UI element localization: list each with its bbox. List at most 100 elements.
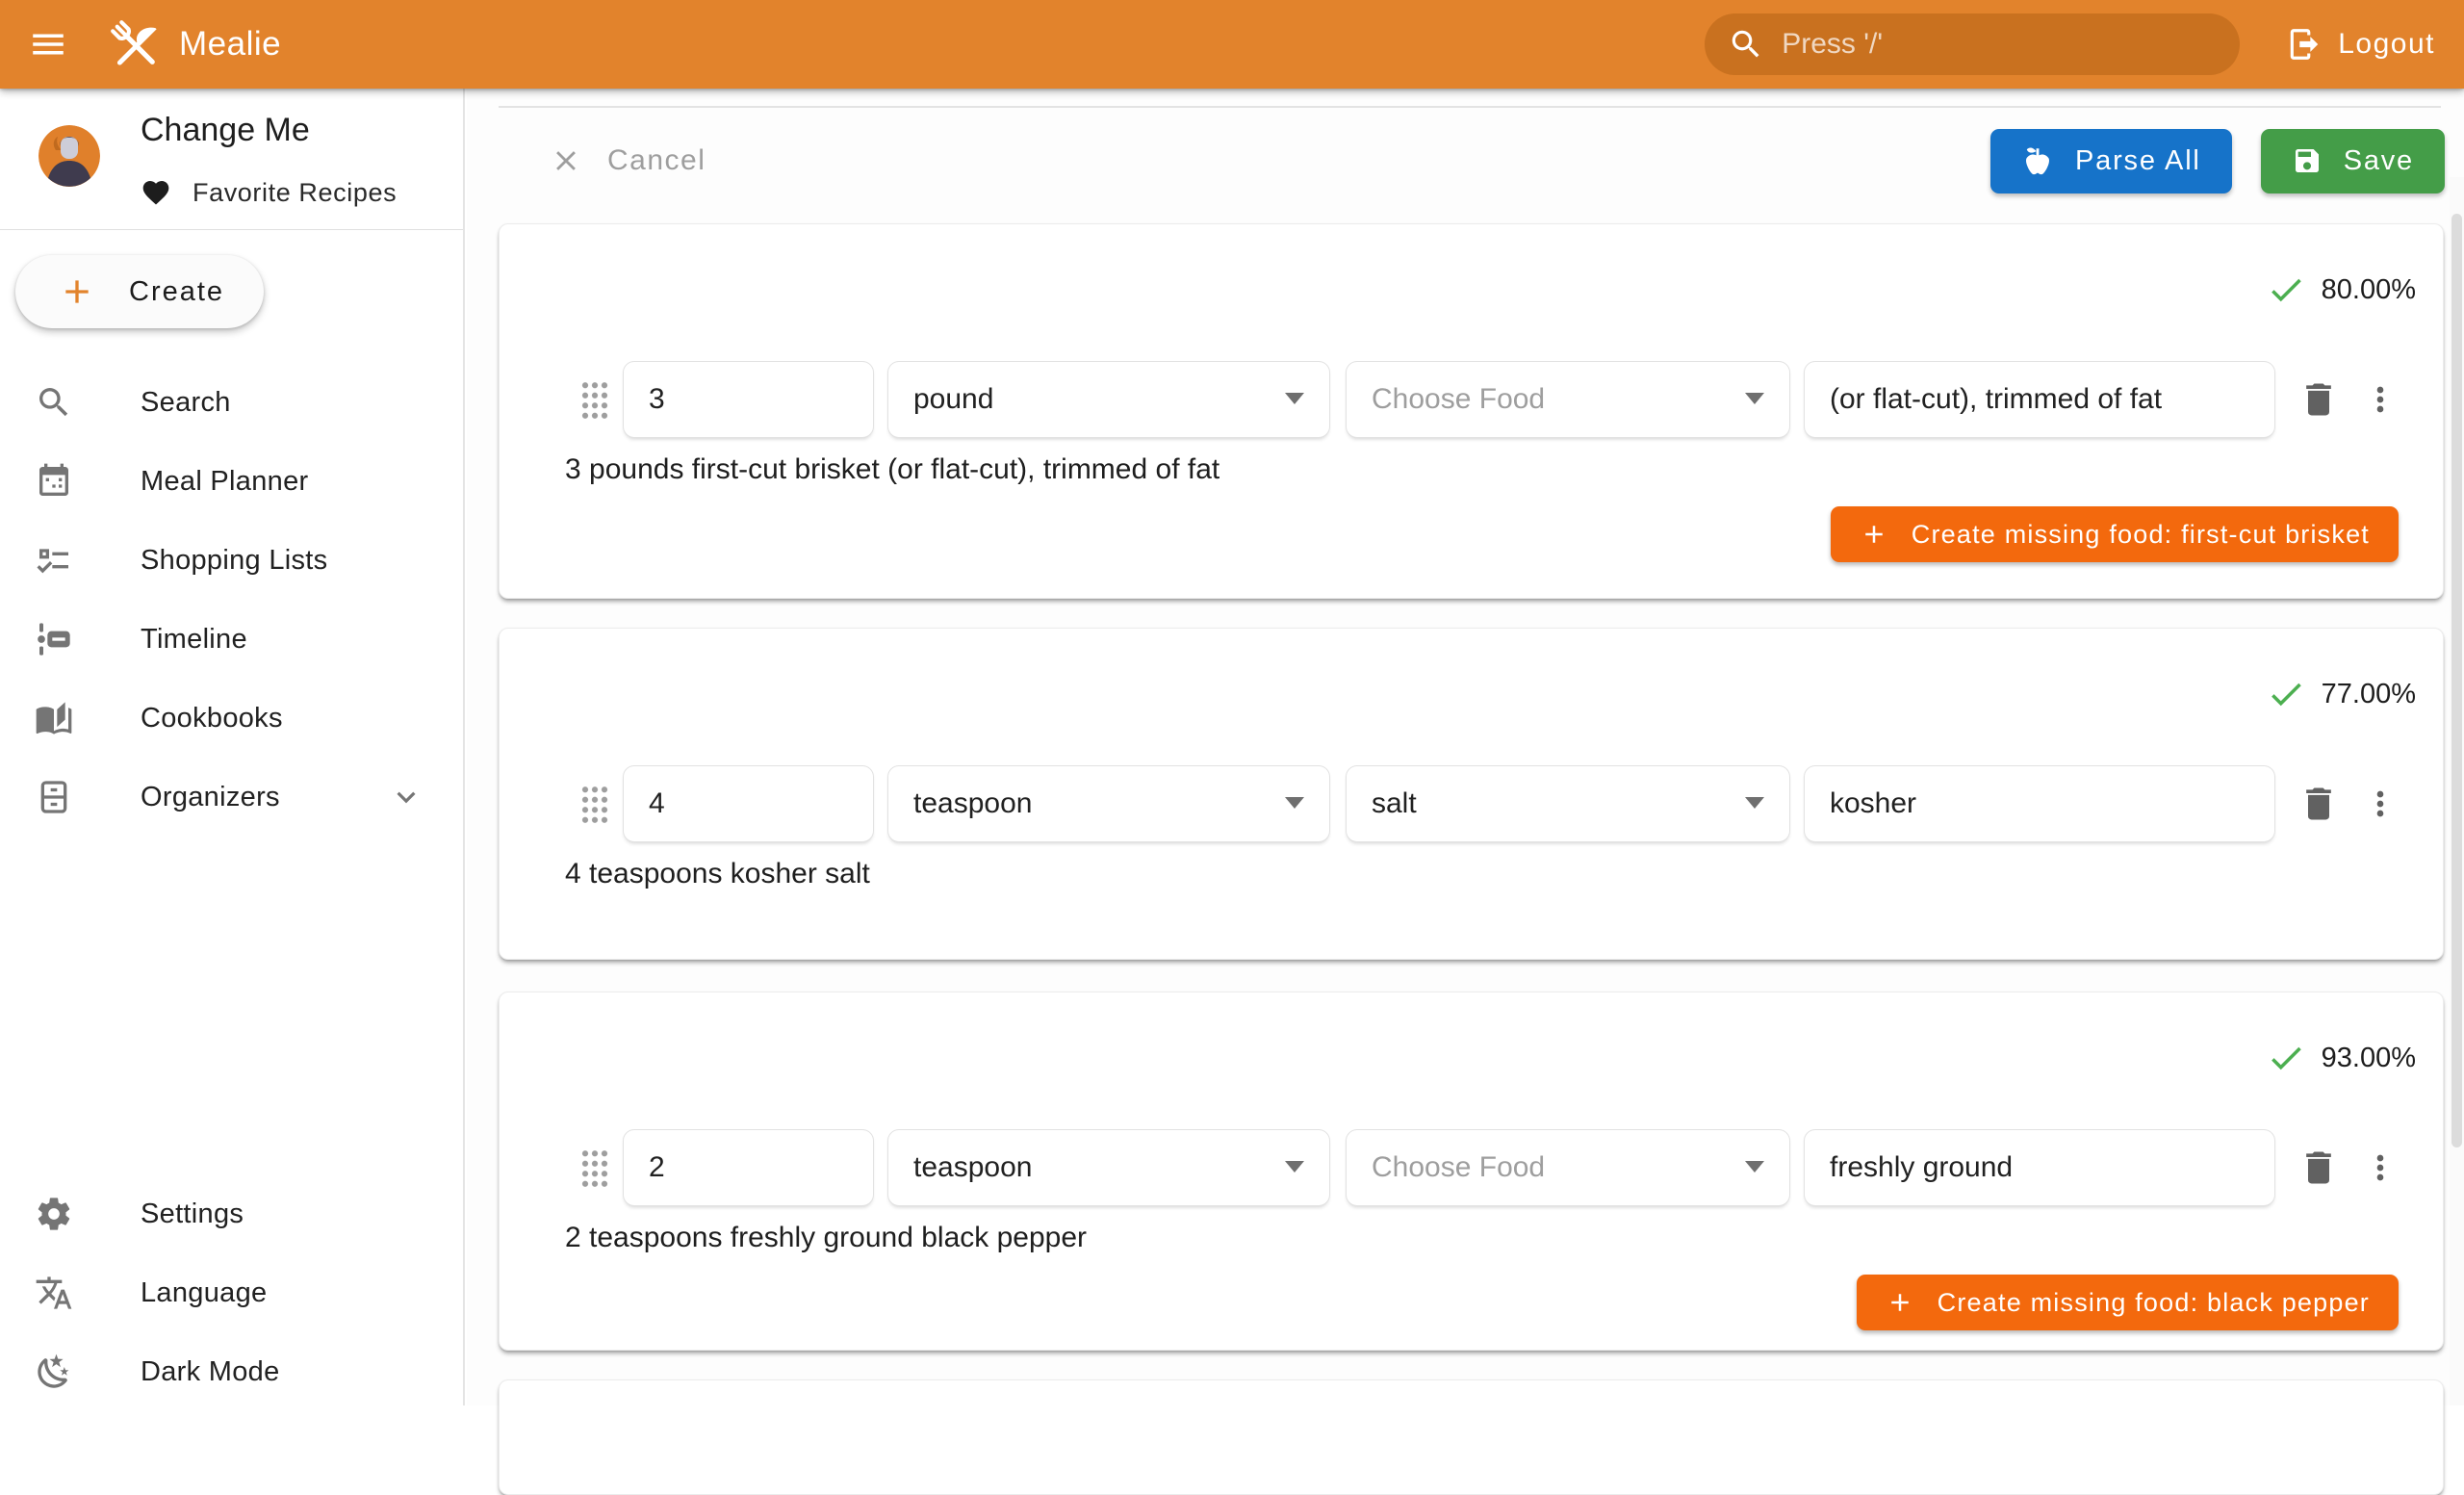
confidence-value: 93.00% <box>2322 1043 2416 1074</box>
sidebar-item-label: Timeline <box>141 624 247 656</box>
sidebar-item-label: Settings <box>141 1199 244 1230</box>
original-ingredient-text: 3 pounds first-cut brisket (or flat-cut)… <box>565 453 2443 488</box>
unit-select[interactable]: teaspoon <box>887 765 1330 842</box>
drag-handle[interactable] <box>579 784 608 824</box>
sidebar-bottom-nav: Settings Language Dark Mode <box>0 1174 463 1411</box>
trash-icon <box>2297 1147 2340 1189</box>
open-book-icon <box>35 699 73 737</box>
trash-icon <box>2297 783 2340 825</box>
plus-icon <box>58 272 96 311</box>
quantity-value: 4 <box>649 787 665 820</box>
original-ingredient-text: 4 teaspoons kosher salt <box>565 858 2443 892</box>
parse-all-button[interactable]: Parse All <box>1990 129 2232 193</box>
sidebar: Change Me Favorite Recipes Create Search… <box>0 89 465 1405</box>
quantity-value: 3 <box>649 383 665 416</box>
timeline-icon <box>35 620 73 658</box>
logout-label: Logout <box>2338 28 2435 61</box>
food-select[interactable]: salt <box>1346 765 1790 842</box>
app-title: Mealie <box>179 25 281 64</box>
confidence-value: 77.00% <box>2322 679 2416 710</box>
quantity-value: 2 <box>649 1151 665 1184</box>
ingredient-list: 80.00% 3 pound Choose Food (or flat-cut)… <box>499 223 2444 1495</box>
confidence-value: 80.00% <box>2322 274 2416 306</box>
ingredient-card: 80.00% 3 pound Choose Food (or flat-cut)… <box>499 223 2444 599</box>
create-button-label: Create <box>129 276 224 308</box>
parse-all-label: Parse All <box>2075 145 2201 177</box>
sidebar-item-shopping-lists[interactable]: Shopping Lists <box>0 521 463 600</box>
sidebar-item-timeline[interactable]: Timeline <box>0 600 463 679</box>
ingredient-fields-row: 3 pound Choose Food (or flat-cut), trimm… <box>500 361 2443 438</box>
sidebar-item-settings[interactable]: Settings <box>0 1174 463 1253</box>
sidebar-item-search[interactable]: Search <box>0 363 463 442</box>
quantity-input[interactable]: 3 <box>623 361 874 438</box>
logout-icon <box>2286 26 2323 63</box>
trash-icon <box>2297 378 2340 421</box>
page-scrollbar <box>2450 177 2464 1405</box>
dropdown-arrow-icon <box>1745 393 1764 404</box>
note-value: kosher <box>1830 787 1916 820</box>
create-missing-food-button[interactable]: Create missing food: black pepper <box>1857 1275 2399 1330</box>
chevron-down-icon[interactable] <box>388 779 424 815</box>
create-button[interactable]: Create <box>15 255 264 328</box>
ingredient-fields-row: 4 teaspoon salt kosher <box>500 765 2443 842</box>
user-name: Change Me <box>141 112 310 149</box>
delete-ingredient-button[interactable] <box>2297 378 2340 421</box>
sidebar-item-label: Dark Mode <box>141 1356 280 1388</box>
logout-button[interactable]: Logout <box>2280 13 2441 75</box>
dropdown-arrow-icon <box>1285 797 1304 809</box>
note-input[interactable]: freshly ground <box>1804 1129 2275 1206</box>
sidebar-item-cookbooks[interactable]: Cookbooks <box>0 679 463 758</box>
note-input[interactable]: (or flat-cut), trimmed of fat <box>1804 361 2275 438</box>
note-value: freshly ground <box>1830 1151 2013 1184</box>
dropdown-arrow-icon <box>1745 1161 1764 1173</box>
heart-icon <box>141 177 171 208</box>
sidebar-item-label: Language <box>141 1277 267 1309</box>
create-missing-food-button[interactable]: Create missing food: first-cut brisket <box>1831 506 2399 562</box>
sidebar-item-meal-planner[interactable]: Meal Planner <box>0 442 463 521</box>
cancel-button[interactable]: Cancel <box>544 143 711 178</box>
sidebar-item-organizers[interactable]: Organizers <box>0 758 463 837</box>
sidebar-item-label: Search <box>141 387 231 419</box>
drag-handle[interactable] <box>579 1147 608 1188</box>
food-select[interactable]: Choose Food <box>1346 1129 1790 1206</box>
food-select[interactable]: Choose Food <box>1346 361 1790 438</box>
avatar <box>38 125 100 187</box>
mealie-logo[interactable] <box>104 13 166 75</box>
save-label: Save <box>2344 145 2414 177</box>
app-bar: Mealie Press '/' Logout <box>0 0 2464 89</box>
drag-handle[interactable] <box>579 379 608 420</box>
quantity-input[interactable]: 4 <box>623 765 874 842</box>
unit-select[interactable]: teaspoon <box>887 1129 1330 1206</box>
fork-knife-icon <box>105 14 165 74</box>
cancel-label: Cancel <box>607 144 706 177</box>
save-button[interactable]: Save <box>2261 129 2445 193</box>
dropdown-arrow-icon <box>1745 797 1764 809</box>
delete-ingredient-button[interactable] <box>2297 783 2340 825</box>
content-top-divider <box>499 106 2441 108</box>
unit-value: pound <box>913 383 993 416</box>
sidebar-item-language[interactable]: Language <box>0 1253 463 1332</box>
more-options-button[interactable] <box>2361 785 2400 823</box>
unit-value: teaspoon <box>913 787 1032 820</box>
confidence-row: 80.00% <box>500 224 2443 311</box>
delete-ingredient-button[interactable] <box>2297 1147 2340 1189</box>
apple-icon <box>2021 144 2054 177</box>
more-options-button[interactable] <box>2361 1148 2400 1187</box>
search-input[interactable]: Press '/' <box>1705 13 2240 75</box>
more-options-button[interactable] <box>2361 380 2400 419</box>
user-profile[interactable]: Change Me Favorite Recipes <box>0 89 463 230</box>
ingredient-card: 93.00% 2 teaspoon Choose Food freshly gr… <box>499 992 2444 1351</box>
sidebar-item-label: Organizers <box>141 782 280 813</box>
favorite-recipes-link[interactable]: Favorite Recipes <box>141 177 397 208</box>
sidebar-item-dark-mode[interactable]: Dark Mode <box>0 1332 463 1411</box>
dropdown-arrow-icon <box>1285 393 1304 404</box>
note-input[interactable]: kosher <box>1804 765 2275 842</box>
check-icon <box>2266 674 2306 714</box>
quantity-input[interactable]: 2 <box>623 1129 874 1206</box>
close-icon <box>550 144 582 177</box>
check-icon <box>2266 1038 2306 1078</box>
menu-button[interactable] <box>17 13 79 75</box>
main-content: Cancel Parse All Save 80.00% <box>467 89 2464 1405</box>
scrollbar-thumb[interactable] <box>2451 214 2462 1147</box>
unit-select[interactable]: pound <box>887 361 1330 438</box>
